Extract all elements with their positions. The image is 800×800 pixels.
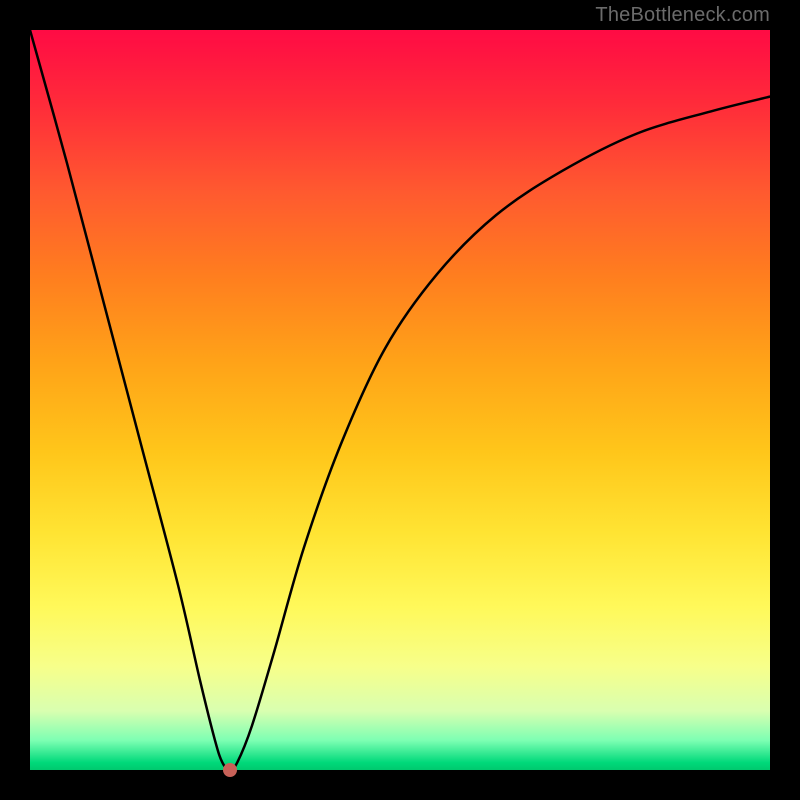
bottleneck-curve [30, 30, 770, 770]
optimum-marker [223, 763, 237, 777]
watermark-text: TheBottleneck.com [595, 4, 770, 27]
plot-area [30, 30, 770, 770]
chart-frame: TheBottleneck.com [0, 0, 800, 800]
